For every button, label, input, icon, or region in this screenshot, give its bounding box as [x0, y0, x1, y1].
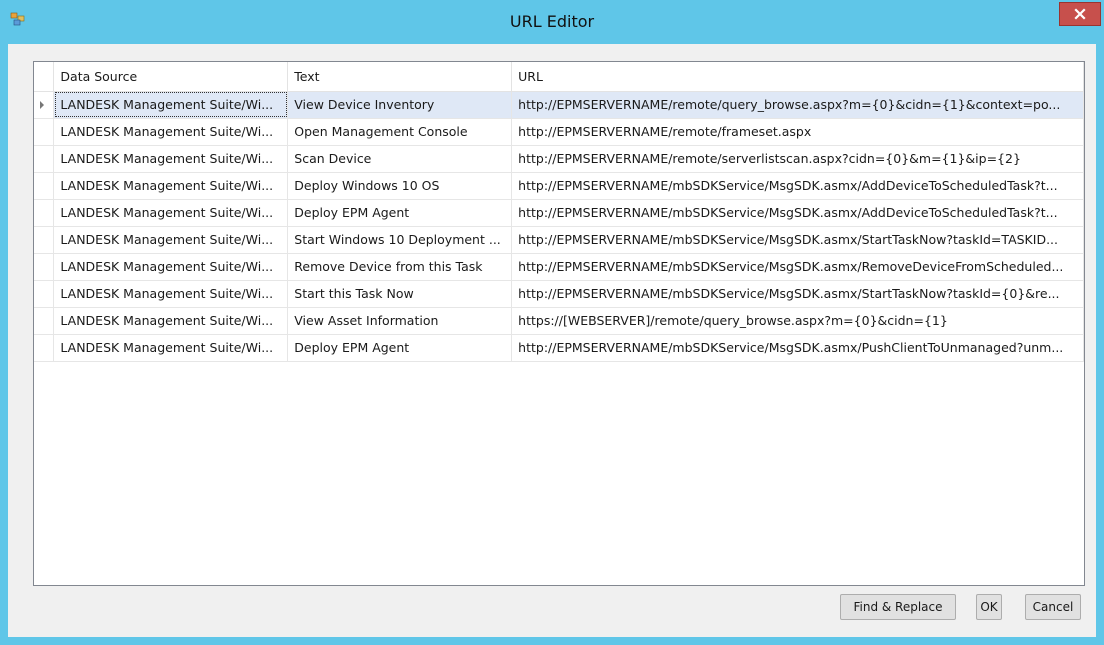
cell-url[interactable]: https://[WEBSERVER]/remote/query_browse.…: [511, 307, 1084, 335]
cell-text[interactable]: Remove Device from this Task: [287, 253, 513, 281]
cell-data-source[interactable]: LANDESK Management Suite/Wi...: [53, 91, 289, 119]
url-grid[interactable]: Data Source Text URL LANDESK Management …: [33, 61, 1085, 586]
cell-url[interactable]: http://EPMSERVERNAME/mbSDKService/MsgSDK…: [511, 226, 1084, 254]
ok-button[interactable]: OK: [976, 594, 1002, 620]
cell-data-source[interactable]: LANDESK Management Suite/Wi...: [53, 145, 289, 173]
url-editor-window: URL Editor Data Source Text URL LANDESK …: [0, 0, 1104, 645]
cell-data-source[interactable]: LANDESK Management Suite/Wi...: [53, 226, 289, 254]
row-header[interactable]: [34, 334, 55, 362]
row-header[interactable]: [34, 118, 55, 146]
cell-text[interactable]: Deploy EPM Agent: [287, 199, 513, 227]
row-header-corner: [34, 62, 55, 92]
cell-text[interactable]: Start Windows 10 Deployment ...: [287, 226, 513, 254]
window-title: URL Editor: [509, 12, 595, 31]
cell-text[interactable]: Start this Task Now: [287, 280, 513, 308]
dialog-client-area: Data Source Text URL LANDESK Management …: [8, 44, 1096, 637]
table-row[interactable]: LANDESK Management Suite/Wi... View Devic…: [34, 91, 1084, 119]
cell-data-source[interactable]: LANDESK Management Suite/Wi...: [53, 280, 289, 308]
cell-url[interactable]: http://EPMSERVERNAME/remote/frameset.asp…: [511, 118, 1084, 146]
title-bar[interactable]: URL Editor: [0, 0, 1104, 44]
cell-text[interactable]: Scan Device: [287, 145, 513, 173]
cell-text[interactable]: Deploy EPM Agent: [287, 334, 513, 362]
cell-data-source[interactable]: LANDESK Management Suite/Wi...: [53, 334, 289, 362]
row-header[interactable]: [34, 307, 55, 335]
cell-data-source[interactable]: LANDESK Management Suite/Wi...: [53, 253, 289, 281]
row-header[interactable]: [34, 199, 55, 227]
cell-url[interactable]: http://EPMSERVERNAME/mbSDKService/MsgSDK…: [511, 334, 1084, 362]
current-row-arrow-icon: [40, 100, 44, 109]
row-header[interactable]: [34, 253, 55, 281]
row-header[interactable]: [34, 280, 55, 308]
cell-url[interactable]: http://EPMSERVERNAME/mbSDKService/MsgSDK…: [511, 199, 1084, 227]
cell-data-source[interactable]: LANDESK Management Suite/Wi...: [53, 172, 289, 200]
cell-url[interactable]: http://EPMSERVERNAME/mbSDKService/MsgSDK…: [511, 172, 1084, 200]
row-header[interactable]: [34, 91, 55, 119]
table-row[interactable]: LANDESK Management Suite/Wi... Scan Devic…: [34, 145, 1084, 173]
table-row[interactable]: LANDESK Management Suite/Wi... Start this…: [34, 280, 1084, 308]
column-header-data-source[interactable]: Data Source: [53, 62, 289, 92]
table-row[interactable]: LANDESK Management Suite/Wi... Deploy Win…: [34, 172, 1084, 200]
cell-text[interactable]: Deploy Windows 10 OS: [287, 172, 513, 200]
cell-data-source[interactable]: LANDESK Management Suite/Wi...: [53, 199, 289, 227]
row-header[interactable]: [34, 172, 55, 200]
table-row[interactable]: LANDESK Management Suite/Wi... View Asset…: [34, 307, 1084, 335]
cell-data-source[interactable]: LANDESK Management Suite/Wi...: [53, 118, 289, 146]
cell-url[interactable]: http://EPMSERVERNAME/mbSDKService/MsgSDK…: [511, 280, 1084, 308]
url-table: Data Source Text URL LANDESK Management …: [34, 62, 1084, 362]
row-header[interactable]: [34, 226, 55, 254]
table-row[interactable]: LANDESK Management Suite/Wi... Remove Dev…: [34, 253, 1084, 281]
close-icon: [1074, 8, 1086, 20]
table-row[interactable]: LANDESK Management Suite/Wi... Deploy EPM…: [34, 334, 1084, 362]
table-row[interactable]: LANDESK Management Suite/Wi... Open Manag…: [34, 118, 1084, 146]
cell-text[interactable]: Open Management Console: [287, 118, 513, 146]
cell-url[interactable]: http://EPMSERVERNAME/remote/serverlistsc…: [511, 145, 1084, 173]
row-header[interactable]: [34, 145, 55, 173]
column-header-text[interactable]: Text: [287, 62, 513, 92]
grid-header-row: Data Source Text URL: [34, 62, 1084, 92]
table-row[interactable]: LANDESK Management Suite/Wi... Start Wind…: [34, 226, 1084, 254]
cell-url[interactable]: http://EPMSERVERNAME/remote/query_browse…: [511, 91, 1084, 119]
cell-url[interactable]: http://EPMSERVERNAME/mbSDKService/MsgSDK…: [511, 253, 1084, 281]
cell-data-source[interactable]: LANDESK Management Suite/Wi...: [53, 307, 289, 335]
cancel-button[interactable]: Cancel: [1025, 594, 1081, 620]
column-header-url[interactable]: URL: [511, 62, 1084, 92]
find-replace-button[interactable]: Find & Replace: [840, 594, 956, 620]
close-button[interactable]: [1059, 2, 1101, 26]
cell-text[interactable]: View Asset Information: [287, 307, 513, 335]
cell-text[interactable]: View Device Inventory: [287, 91, 513, 119]
table-row[interactable]: LANDESK Management Suite/Wi... Deploy EPM…: [34, 199, 1084, 227]
